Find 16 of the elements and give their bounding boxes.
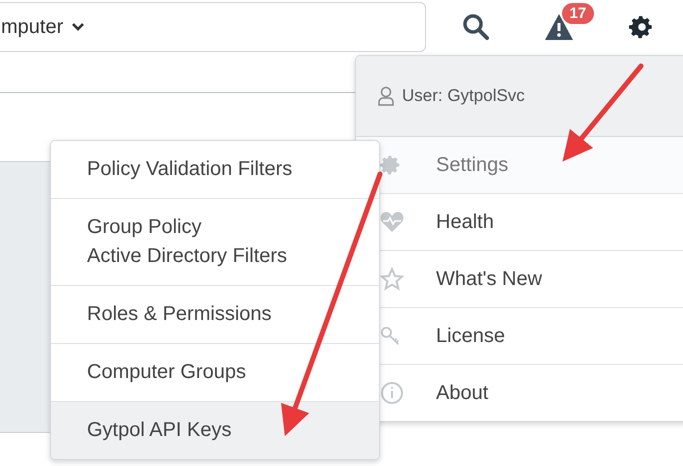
filter-dropdown[interactable]: mputer bbox=[0, 2, 426, 52]
star-icon bbox=[380, 267, 404, 291]
gear-icon bbox=[380, 154, 402, 176]
menu-item[interactable]: Settings bbox=[356, 137, 683, 194]
search-button[interactable] bbox=[460, 12, 490, 42]
user-icon bbox=[378, 86, 394, 106]
submenu-item[interactable]: Policy Validation Filters bbox=[51, 141, 379, 199]
submenu-item[interactable]: Roles & Permissions bbox=[51, 286, 379, 344]
submenu-item[interactable]: Group Policy Active Directory Filters bbox=[51, 199, 379, 286]
chevron-down-icon bbox=[71, 22, 86, 32]
submenu-item[interactable]: Gytpol API Keys bbox=[51, 402, 379, 459]
submenu-item[interactable]: Computer Groups bbox=[51, 344, 379, 402]
user-name: User: GytpolSvc bbox=[402, 86, 525, 106]
info-icon bbox=[380, 381, 404, 405]
alert-count-badge: 17 bbox=[562, 3, 594, 24]
key-icon bbox=[380, 325, 402, 347]
